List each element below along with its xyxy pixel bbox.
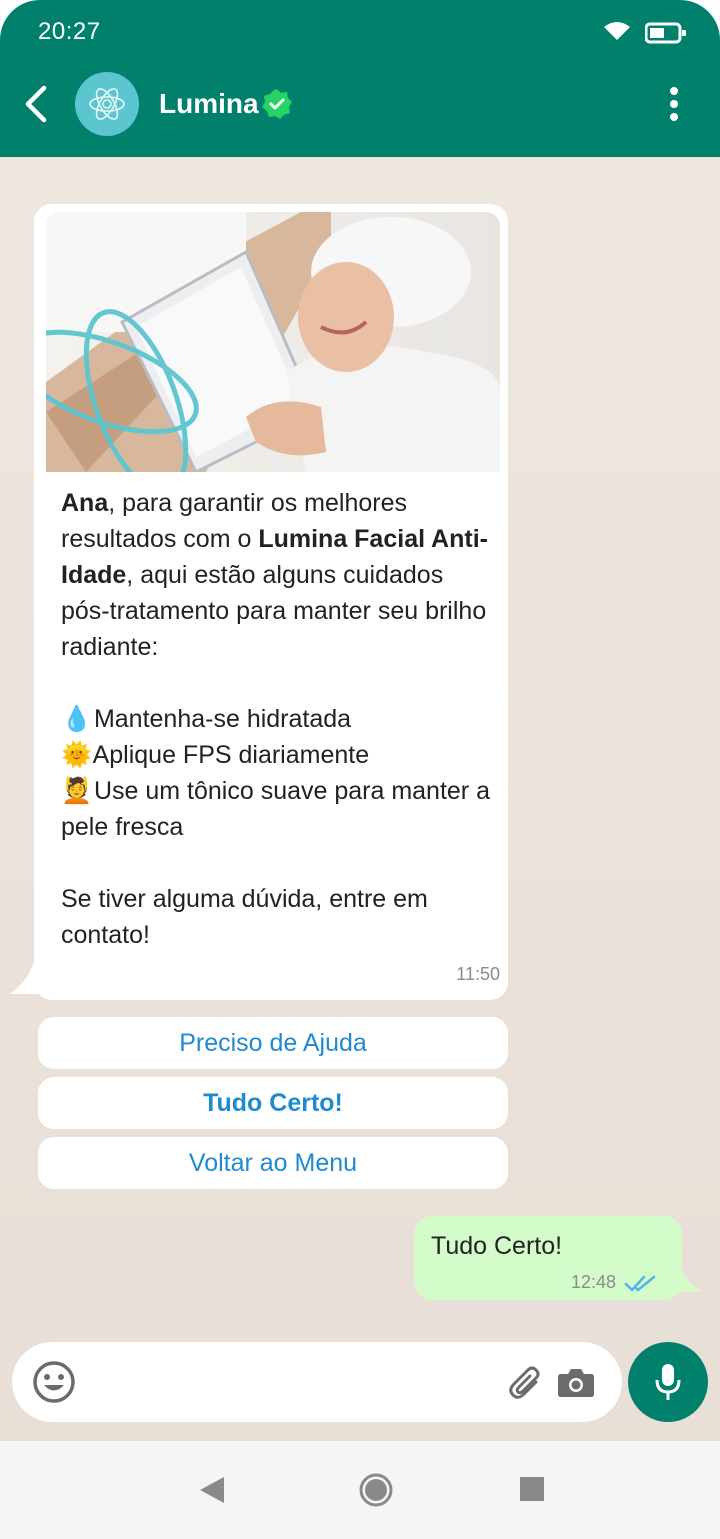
nav-home-icon[interactable] bbox=[359, 1473, 393, 1507]
emoji-icon[interactable] bbox=[32, 1360, 76, 1404]
double-check-read-icon bbox=[624, 1275, 656, 1292]
promo-image bbox=[46, 212, 500, 472]
microphone-button[interactable] bbox=[628, 1342, 708, 1422]
message-composer bbox=[12, 1342, 622, 1422]
incoming-message: Ana, para garantir os melhores resultado… bbox=[34, 204, 508, 1000]
camera-icon[interactable] bbox=[557, 1366, 595, 1398]
closing-text: Se tiver alguma dúvida, entre em contato… bbox=[61, 885, 428, 949]
nav-recents-icon[interactable] bbox=[519, 1476, 545, 1502]
message-time: 12:48 bbox=[571, 1272, 617, 1292]
avatar[interactable] bbox=[75, 72, 139, 136]
tip-item: Mantenha-se hidratada bbox=[93, 705, 352, 733]
message-input[interactable] bbox=[92, 1360, 492, 1404]
wifi-icon bbox=[604, 22, 630, 40]
atom-logo-icon bbox=[89, 88, 125, 120]
quick-reply-all-good-button[interactable]: Tudo Certo! bbox=[38, 1077, 508, 1129]
paperclip-icon[interactable] bbox=[508, 1364, 546, 1402]
verified-badge-icon bbox=[262, 89, 292, 119]
chat-screen: 20:27 Lumina Ana, para garantir os melho… bbox=[0, 0, 720, 1539]
quick-reply-help-button[interactable]: Preciso de Ajuda bbox=[38, 1017, 508, 1069]
sun-icon: 🌞 bbox=[61, 741, 93, 769]
face-massage-icon: 💆 bbox=[61, 777, 93, 805]
woman-with-tablet-illustration bbox=[46, 212, 500, 472]
microphone-icon bbox=[655, 1364, 681, 1400]
recipient-name: Ana bbox=[61, 489, 109, 517]
chat-header: 20:27 Lumina bbox=[0, 0, 720, 157]
battery-icon bbox=[645, 22, 686, 44]
quick-reply-back-to-menu-button[interactable]: Voltar ao Menu bbox=[38, 1137, 508, 1189]
back-arrow-icon[interactable] bbox=[18, 82, 58, 126]
outgoing-text: Tudo Certo! bbox=[431, 1232, 563, 1260]
tip-item: Use um tônico suave para manter a pele f… bbox=[61, 777, 490, 841]
nav-back-icon[interactable] bbox=[198, 1475, 226, 1505]
more-options-icon[interactable] bbox=[664, 86, 684, 122]
tip-item: Aplique FPS diariamente bbox=[92, 741, 370, 769]
message-time: 11:50 bbox=[456, 964, 500, 984]
system-nav-bar bbox=[0, 1441, 720, 1539]
contact-name[interactable]: Lumina bbox=[159, 88, 259, 120]
droplet-icon: 💧 bbox=[61, 705, 93, 733]
outgoing-message: Tudo Certo! 12:48 bbox=[414, 1216, 682, 1300]
message-body: Ana, para garantir os melhores resultado… bbox=[61, 485, 491, 953]
status-time: 20:27 bbox=[38, 18, 101, 45]
